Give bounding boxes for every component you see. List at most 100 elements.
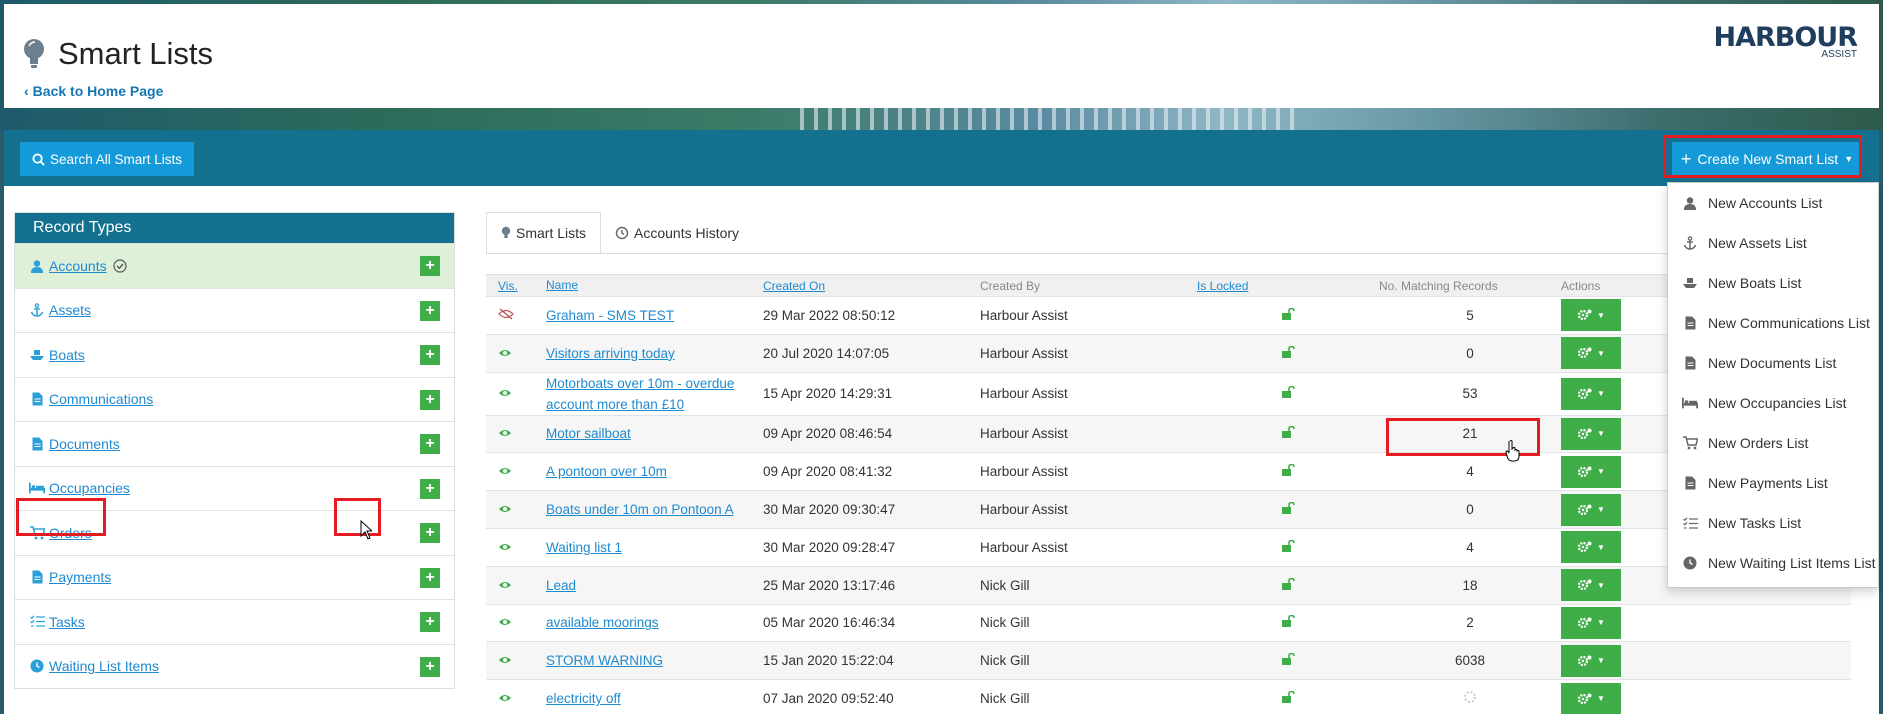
sidebar-item-label[interactable]: Occupancies [49,480,130,496]
sidebar-item-documents[interactable]: Documents + [15,421,454,466]
sidebar-item-occupancies[interactable]: Occupancies + [15,465,454,511]
add-waiting-list-items-button[interactable]: + [420,656,440,677]
sidebar-item-tasks[interactable]: Tasks + [15,599,454,644]
unlock-icon[interactable] [1281,307,1295,323]
smart-list-link[interactable]: Boats under 10m on Pontoon A [546,502,734,517]
sort-created-on[interactable]: Created On [763,279,825,293]
create-new-smart-list-button[interactable]: + Create New Smart List ▼ [1672,142,1862,176]
sidebar-item-waiting-list-items[interactable]: Waiting List Items + [15,643,454,689]
eye-icon[interactable] [498,386,512,401]
sidebar-item-boats[interactable]: Boats + [15,332,454,377]
add-occupancies-button[interactable]: + [420,478,440,499]
smart-list-link[interactable]: Waiting list 1 [546,540,622,555]
smart-list-link[interactable]: available moorings [546,615,659,630]
menu-item-new-boats-list[interactable]: New Boats List [1668,263,1878,303]
search-all-smart-lists-button[interactable]: Search All Smart Lists [20,142,195,176]
table-row: STORM WARNING 15 Jan 2020 15:22:04 Nick Gi… [486,641,1851,680]
row-actions-button[interactable]: ▼ [1561,682,1621,714]
menu-item-new-communications-list[interactable]: New Communications List [1668,303,1878,343]
eye-icon[interactable] [498,653,512,668]
add-assets-button[interactable]: + [420,300,440,321]
anchor-icon [1682,236,1698,250]
smart-list-link[interactable]: A pontoon over 10m [546,464,667,479]
tab-smart-lists[interactable]: Smart Lists [486,212,602,254]
unlock-icon[interactable] [1281,501,1295,517]
row-actions-button[interactable]: ▼ [1561,493,1621,526]
sidebar-item-label[interactable]: Assets [49,302,91,318]
row-actions-button[interactable]: ▼ [1561,417,1621,450]
sidebar-item-label[interactable]: Orders [49,525,92,541]
unlock-icon[interactable] [1281,539,1295,555]
row-actions-button[interactable]: ▼ [1561,644,1621,677]
sidebar-item-label[interactable]: Waiting List Items [49,658,159,674]
row-actions-button[interactable]: ▼ [1561,569,1621,602]
person-icon [1682,196,1698,210]
eye-slash-icon[interactable] [498,308,514,323]
document-icon [29,391,45,407]
bed-icon [1682,397,1698,409]
menu-item-new-orders-list[interactable]: New Orders List [1668,423,1878,463]
unlock-icon[interactable] [1281,463,1295,479]
unlock-icon[interactable] [1281,615,1295,630]
row-actions-button[interactable]: ▼ [1561,337,1621,370]
smart-list-link[interactable]: Motorboats over 10m - overdue account mo… [546,376,734,412]
smart-list-link[interactable]: STORM WARNING [546,653,663,668]
add-communications-button[interactable]: + [420,389,440,410]
matching-count-cell: 0 [1379,333,1561,373]
sort-vis[interactable]: Vis. [498,279,518,293]
row-actions-button[interactable]: ▼ [1561,455,1621,488]
sidebar-item-label[interactable]: Boats [49,347,85,363]
add-accounts-button[interactable]: + [420,256,440,276]
eye-icon[interactable] [498,502,512,517]
eye-icon[interactable] [498,540,512,555]
eye-icon[interactable] [498,346,512,361]
sort-name[interactable]: Name [546,278,578,292]
smart-list-link[interactable]: Lead [546,578,576,593]
sidebar-item-label[interactable]: Tasks [49,614,85,630]
smart-list-link[interactable]: electricity off [546,691,621,706]
add-documents-button[interactable]: + [420,434,440,454]
sidebar-item-label[interactable]: Accounts [49,258,107,274]
row-actions-button[interactable]: ▼ [1561,606,1621,639]
eye-icon[interactable] [498,615,512,630]
eye-icon[interactable] [498,426,512,441]
smart-list-link[interactable]: Motor sailboat [546,426,631,441]
menu-item-new-accounts-list[interactable]: New Accounts List [1668,183,1878,223]
unlock-icon[interactable] [1281,426,1295,441]
back-to-home-link[interactable]: ‹ Back to Home Page [24,83,163,99]
add-tasks-button[interactable]: + [420,612,440,632]
menu-item-new-documents-list[interactable]: New Documents List [1668,343,1878,383]
smart-list-link[interactable]: Graham - SMS TEST [546,308,674,323]
menu-item-new-waiting-list-items-list[interactable]: New Waiting List Items List [1668,543,1878,583]
unlock-icon[interactable] [1281,385,1295,401]
unlock-icon[interactable] [1281,345,1295,361]
unlock-icon[interactable] [1281,691,1295,706]
sidebar-item-label[interactable]: Communications [49,391,153,407]
menu-item-new-assets-list[interactable]: New Assets List [1668,223,1878,263]
row-actions-button[interactable]: ▼ [1561,377,1621,410]
add-boats-button[interactable]: + [420,345,440,365]
menu-item-new-occupancies-list[interactable]: New Occupancies List [1668,383,1878,423]
eye-icon[interactable] [498,578,512,593]
eye-icon[interactable] [498,464,512,479]
unlock-icon[interactable] [1281,577,1295,593]
sidebar-item-orders[interactable]: Orders + [15,510,454,555]
add-payments-button[interactable]: + [420,567,440,588]
tab-accounts-history[interactable]: Accounts History [601,212,753,254]
clock-icon [1682,556,1698,570]
menu-item-new-tasks-list[interactable]: New Tasks List [1668,503,1878,543]
sidebar-item-accounts[interactable]: Accounts + [15,243,454,288]
row-actions-button[interactable]: ▼ [1561,299,1621,332]
row-actions-button[interactable]: ▼ [1561,531,1621,564]
sidebar-item-assets[interactable]: Assets + [15,287,454,333]
sidebar-item-label[interactable]: Payments [49,569,111,585]
sort-is-locked[interactable]: Is Locked [1197,279,1248,293]
sidebar-item-label[interactable]: Documents [49,436,120,452]
sidebar-item-communications[interactable]: Communications + [15,376,454,422]
eye-icon[interactable] [498,691,512,706]
menu-item-new-payments-list[interactable]: New Payments List [1668,463,1878,503]
add-orders-button[interactable]: + [420,523,440,543]
unlock-icon[interactable] [1281,652,1295,668]
smart-list-link[interactable]: Visitors arriving today [546,346,675,361]
sidebar-item-payments[interactable]: Payments + [15,554,454,600]
